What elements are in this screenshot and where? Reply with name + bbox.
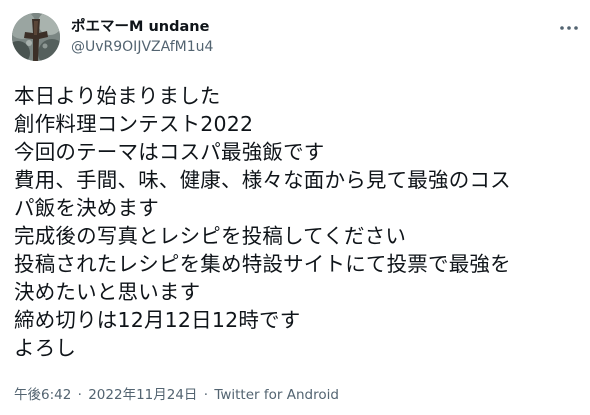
tweet-metadata: 午後6:42 · 2022年11月24日 · Twitter for Andro… bbox=[14, 386, 339, 404]
tweet-source-link[interactable]: Twitter for Android bbox=[214, 387, 339, 403]
tweet-text-line: 今回のテーマはコスパ最強飯です bbox=[14, 140, 325, 164]
tweet-date: 2022年11月24日 bbox=[88, 387, 198, 403]
avatar[interactable] bbox=[12, 13, 60, 61]
avatar-image bbox=[12, 13, 60, 61]
tweet-text-line: 完成後の写真とレシピを投稿してください bbox=[14, 224, 407, 248]
tweet-time-link[interactable]: 午後6:42 · 2022年11月24日 bbox=[14, 387, 197, 403]
tweet-text-line: 投稿されたレシピを集め特設サイトにて投票で最強を bbox=[14, 252, 511, 276]
separator: · bbox=[203, 387, 209, 403]
tweet-text-line: 決めたいと思います bbox=[14, 280, 201, 304]
tweet-text-line: 創作料理コンテスト2022 bbox=[14, 112, 254, 136]
tweet-text-line: 費用、手間、味、健康、様々な面から見て最強のコス bbox=[14, 168, 511, 192]
tweet-text-line: 本日より始まりました bbox=[14, 84, 221, 108]
tweet-text-line: よろし bbox=[14, 336, 77, 360]
tweet-time: 午後6:42 bbox=[14, 387, 72, 403]
tweet-text: 本日より始まりました 創作料理コンテスト2022 今回のテーマはコスパ最強飯です… bbox=[14, 82, 580, 362]
author-handle[interactable]: @UvR9OIJVZAfM1u4 bbox=[71, 38, 213, 56]
tweet-text-line: パ飯を決めます bbox=[14, 196, 159, 220]
separator: · bbox=[77, 387, 82, 403]
author-display-name[interactable]: ポエマーM undane bbox=[71, 18, 209, 36]
more-options-button[interactable] bbox=[557, 16, 581, 40]
tweet-text-line: 締め切りは12月12日12時です bbox=[14, 308, 301, 332]
more-dots-icon bbox=[560, 26, 578, 30]
